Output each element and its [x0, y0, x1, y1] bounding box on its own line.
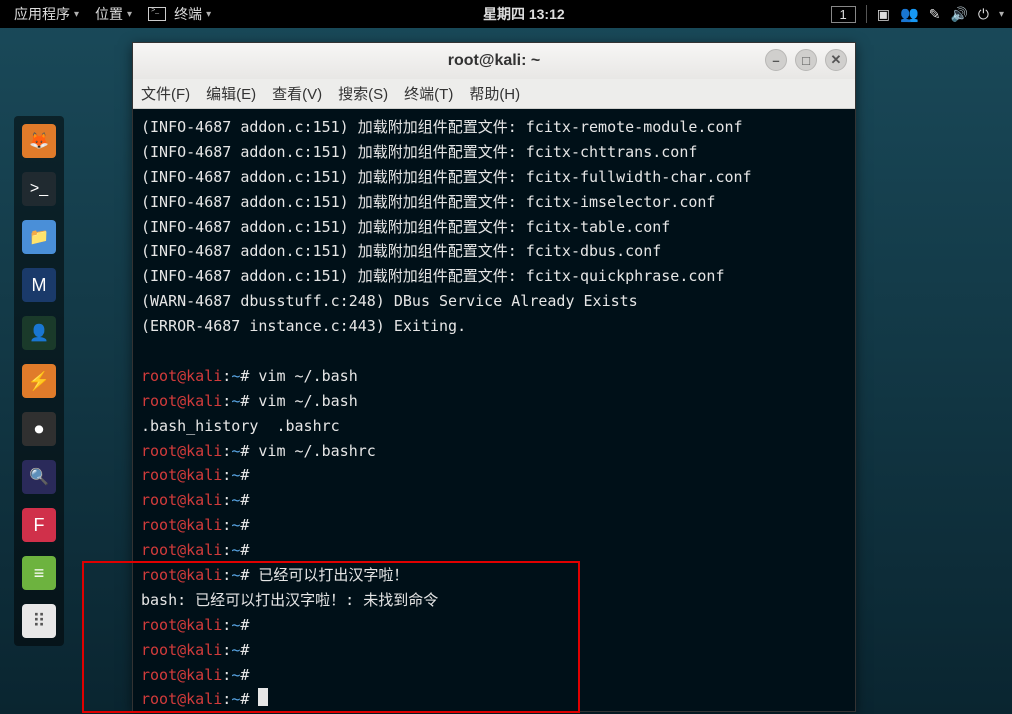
notes-icon[interactable]: ≡ [22, 556, 56, 590]
terminal-line: .bash_history .bashrc [141, 414, 847, 439]
chevron-down-icon: ▾ [127, 9, 132, 20]
menu-item[interactable]: 查看(V) [272, 83, 322, 104]
window-titlebar[interactable]: root@kali: ~ – □ ✕ [133, 43, 855, 79]
zenmap-icon[interactable]: 🔍 [22, 460, 56, 494]
menu-item[interactable]: 文件(F) [141, 83, 190, 104]
terminal-window: root@kali: ~ – □ ✕ 文件(F) 编辑(E) 查看(V) 搜索(S) 终… [132, 42, 856, 712]
terminal-line: root@kali:~# [141, 687, 847, 711]
metasploit-icon[interactable]: M [22, 268, 56, 302]
terminal-line: (INFO-4687 addon.c:151) 加载附加组件配置文件: fcit… [141, 239, 847, 264]
terminal-line: (INFO-4687 addon.c:151) 加载附加组件配置文件: fcit… [141, 215, 847, 240]
terminal-line: root@kali:~# [141, 513, 847, 538]
terminal-output[interactable]: (INFO-4687 addon.c:151) 加载附加组件配置文件: fcit… [133, 109, 855, 711]
terminal-line: (WARN-4687 dbusstuff.c:248) DBus Service… [141, 289, 847, 314]
dock: 🦊 >_ 📁 M 👤 ⚡ ⏺ 🔍 F ≡ ⠿ [14, 116, 64, 646]
power-icon[interactable]: ⏻ [978, 6, 989, 23]
workspace-indicator[interactable]: 1 [831, 6, 856, 23]
separator [866, 5, 867, 23]
chevron-down-icon: ▾ [999, 9, 1004, 20]
terminal-line: root@kali:~# vim ~/.bash [141, 364, 847, 389]
firefox-icon[interactable]: 🦊 [22, 124, 56, 158]
terminal-menu[interactable]: 终端▾ [142, 0, 217, 28]
top-bar: 应用程序▾ 位置▾ 终端▾ 星期四 13:12 1 ▣ 👥 ✎ 🔊 ⏻ ▾ [0, 0, 1012, 28]
camera-icon[interactable]: ▣ [877, 6, 890, 23]
menubar: 文件(F) 编辑(E) 查看(V) 搜索(S) 终端(T) 帮助(H) [133, 79, 855, 109]
terminal-line: (INFO-4687 addon.c:151) 加载附加组件配置文件: fcit… [141, 140, 847, 165]
terminal-line: root@kali:~# [141, 538, 847, 563]
terminal-line: (INFO-4687 addon.c:151) 加载附加组件配置文件: fcit… [141, 190, 847, 215]
users-icon[interactable]: 👥 [900, 5, 919, 23]
menu-item[interactable]: 帮助(H) [469, 83, 520, 104]
terminal-line: bash: 已经可以打出汉字啦！: 未找到命令 [141, 588, 847, 613]
minimize-button[interactable]: – [765, 49, 787, 71]
terminal-line: root@kali:~# 已经可以打出汉字啦！ [141, 563, 847, 588]
window-title: root@kali: ~ [448, 52, 541, 70]
chevron-down-icon: ▾ [74, 9, 79, 20]
menu-item[interactable]: 编辑(E) [206, 83, 256, 104]
terminal-line: root@kali:~# [141, 488, 847, 513]
menu-item[interactable]: 终端(T) [404, 83, 453, 104]
places-menu[interactable]: 位置▾ [89, 0, 138, 28]
terminal-line [141, 339, 847, 364]
terminal-line: (INFO-4687 addon.c:151) 加载附加组件配置文件: fcit… [141, 165, 847, 190]
apps-menu[interactable]: 应用程序▾ [8, 0, 85, 28]
terminal-line: root@kali:~# [141, 638, 847, 663]
apps-icon[interactable]: ⠿ [22, 604, 56, 638]
brush-icon[interactable]: ✎ [929, 6, 941, 23]
terminal-line: (ERROR-4687 instance.c:443) Exiting. [141, 314, 847, 339]
terminal-line: root@kali:~# [141, 463, 847, 488]
terminal-line: (INFO-4687 addon.c:151) 加载附加组件配置文件: fcit… [141, 115, 847, 140]
terminal-line: root@kali:~# vim ~/.bashrc [141, 439, 847, 464]
terminal-glyph-icon [148, 7, 166, 21]
maximize-button[interactable]: □ [795, 49, 817, 71]
chevron-down-icon: ▾ [206, 9, 211, 20]
volume-icon[interactable]: 🔊 [950, 6, 967, 23]
faraday-icon[interactable]: F [22, 508, 56, 542]
terminal-line: (INFO-4687 addon.c:151) 加载附加组件配置文件: fcit… [141, 264, 847, 289]
close-button[interactable]: ✕ [825, 49, 847, 71]
burp-icon[interactable]: ⚡ [22, 364, 56, 398]
menu-item[interactable]: 搜索(S) [338, 83, 388, 104]
recorder-icon[interactable]: ⏺ [22, 412, 56, 446]
terminal-line: root@kali:~# [141, 663, 847, 688]
clock[interactable]: 星期四 13:12 [483, 4, 565, 24]
terminal-line: root@kali:~# vim ~/.bash [141, 389, 847, 414]
armitage-icon[interactable]: 👤 [22, 316, 56, 350]
files-icon[interactable]: 📁 [22, 220, 56, 254]
terminal-icon[interactable]: >_ [22, 172, 56, 206]
terminal-line: root@kali:~# [141, 613, 847, 638]
